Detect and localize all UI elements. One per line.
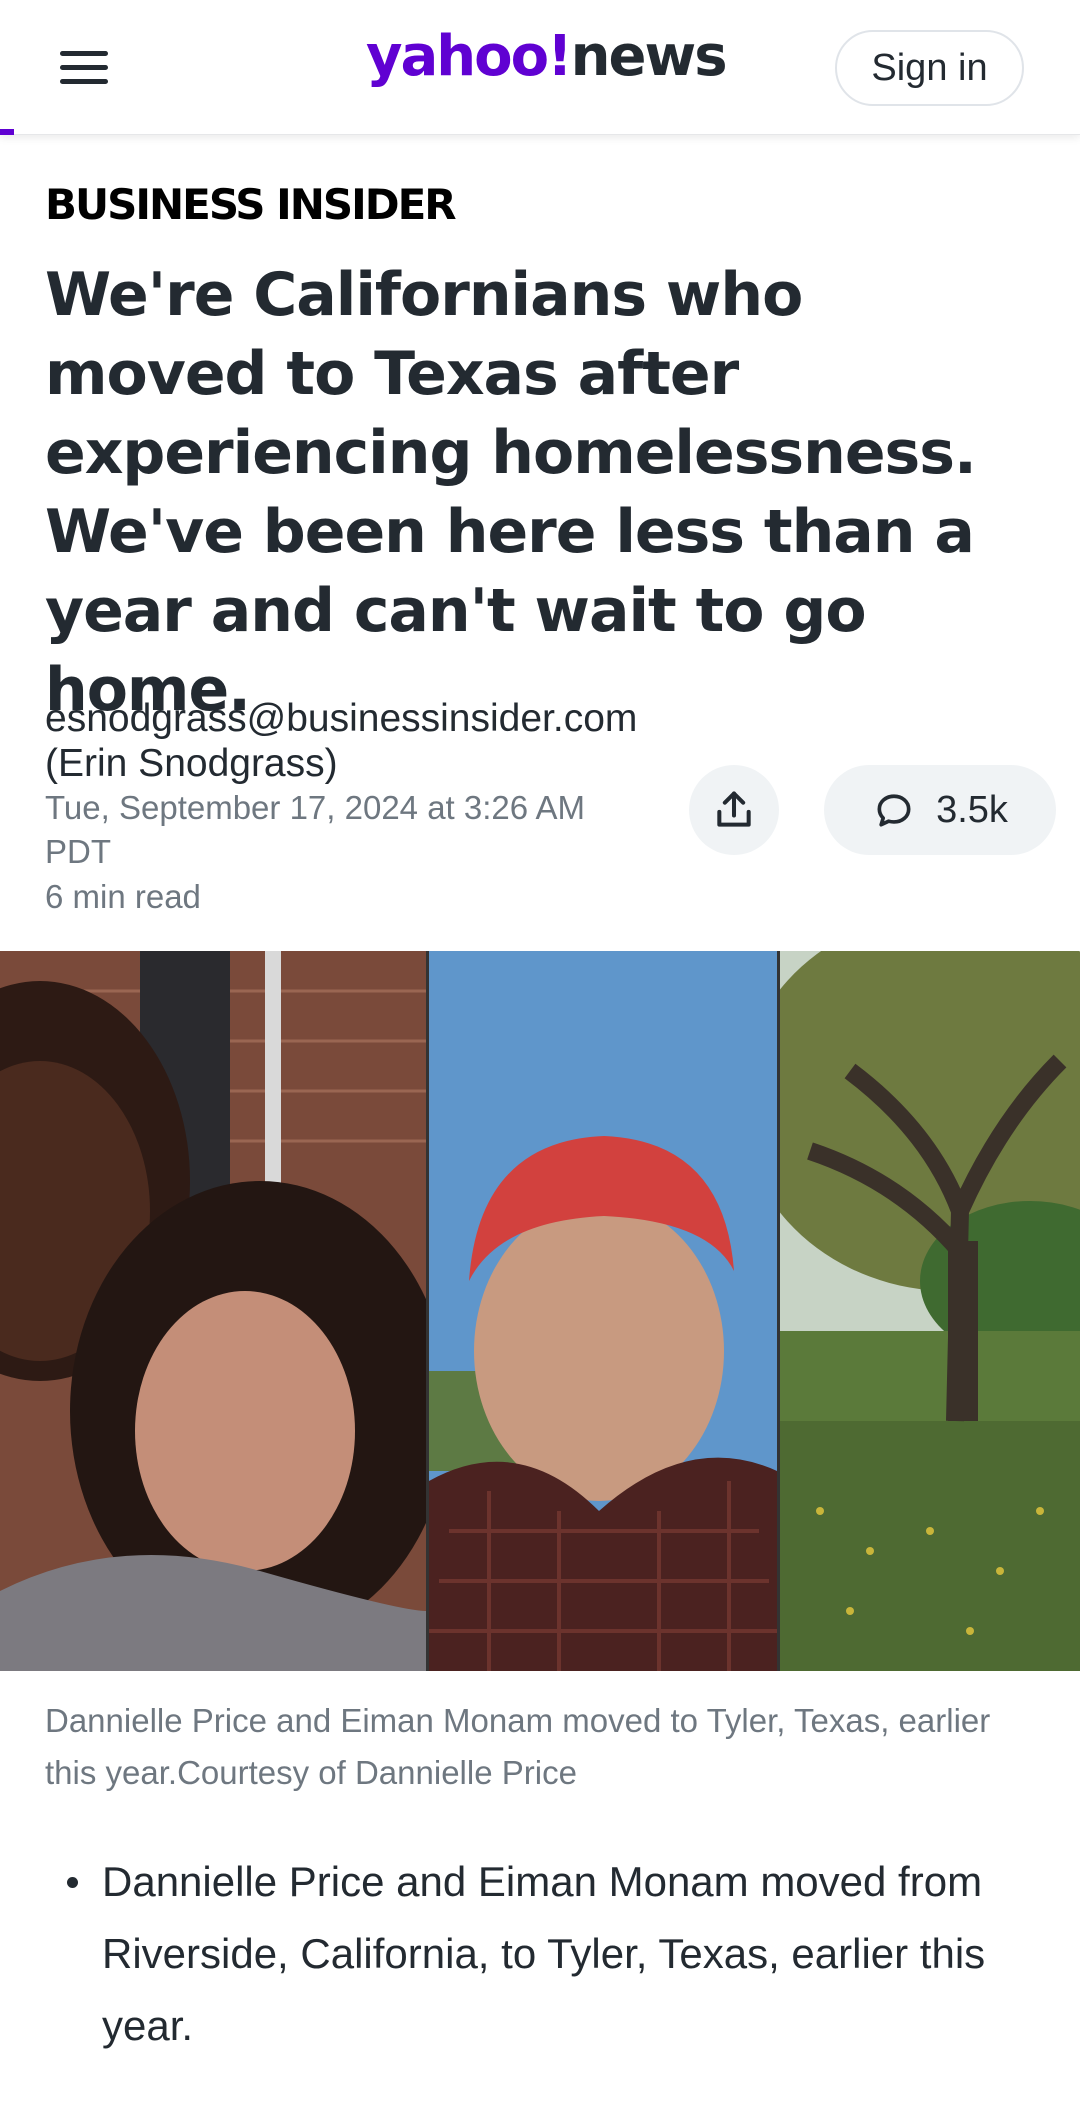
photo-panel-man-red-beanie (429, 951, 777, 1671)
sign-in-button[interactable]: Sign in (835, 30, 1024, 106)
top-nav-bar: yahoo! news Sign in (0, 0, 1080, 135)
read-time: 6 min read (45, 878, 201, 915)
logo-news-text: news (570, 24, 728, 89)
article-lead-image[interactable] (0, 951, 1080, 1671)
comments-button[interactable]: 3.5k (824, 765, 1056, 855)
reading-progress-bar (0, 129, 14, 135)
publish-date: Tue, September 17, 2024 at 3:26 AM PDT (45, 789, 585, 870)
summary-bullet: Dannielle Price and Eiman Monam moved fr… (45, 1846, 1035, 2062)
publisher-logo[interactable]: BUSINESS INSIDER (45, 180, 457, 229)
image-caption: Dannielle Price and Eiman Monam moved to… (45, 1702, 991, 1791)
author-byline: esnodgrass@businessinsider.com (Erin Sno… (45, 697, 638, 785)
comments-count: 3.5k (936, 788, 1008, 831)
photo-panel-oak-tree-field (780, 951, 1080, 1671)
article-summary-list: Dannielle Price and Eiman Monam moved fr… (45, 1846, 1035, 2062)
share-icon (717, 791, 751, 827)
hamburger-menu-icon[interactable] (56, 46, 112, 90)
share-button[interactable] (689, 765, 779, 855)
yahoo-news-logo[interactable]: yahoo! news (366, 24, 728, 104)
photo-panel-portrait-pair (0, 951, 426, 1671)
comment-bubble-icon (877, 794, 911, 827)
article-headline: We're Californians who moved to Texas af… (45, 260, 977, 725)
logo-yahoo-text: yahoo! (366, 24, 573, 89)
